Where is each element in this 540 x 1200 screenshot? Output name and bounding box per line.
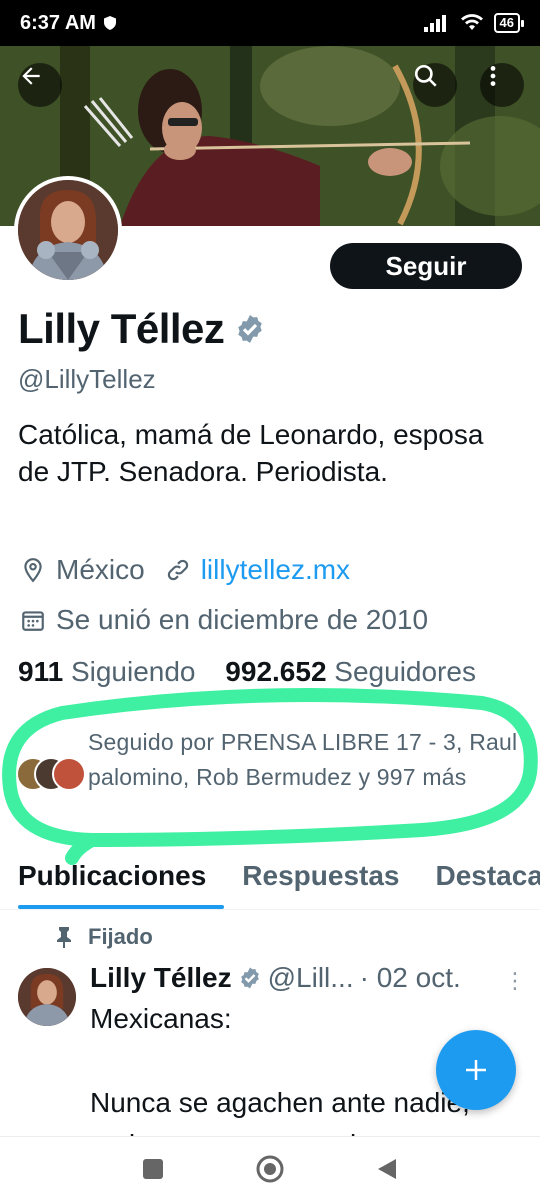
profile-handle: @LillyTellez xyxy=(18,364,156,394)
tweet-author-handle: @Lill... xyxy=(267,962,354,993)
follow-counts: 911 Siguiendo 992.652 Seguidores xyxy=(18,656,476,688)
profile-joined-row: Se unió en diciembre de 2010 xyxy=(18,604,428,636)
profile-meta-row: México lillytellez.mx xyxy=(18,554,350,586)
compose-button[interactable] xyxy=(436,1030,516,1110)
following-label: Siguiendo xyxy=(70,656,196,687)
shield-icon xyxy=(103,16,116,30)
more-vertical-icon xyxy=(490,66,496,86)
status-time: 6:37 AM xyxy=(20,11,96,34)
tab-destacados[interactable]: Destacados xyxy=(417,852,540,909)
followed-by-section[interactable]: Seguido por PRENSA LIBRE 17 - 3, Raul pa… xyxy=(16,725,526,797)
search-button[interactable] xyxy=(413,63,457,107)
battery-indicator: 46 xyxy=(493,13,525,33)
profile-location: México xyxy=(56,554,145,585)
verified-badge-icon[interactable] xyxy=(234,313,266,345)
profile-avatar[interactable] xyxy=(14,176,122,284)
followed-by-avatars xyxy=(16,757,88,797)
wifi-icon xyxy=(460,14,483,30)
avatar-image xyxy=(18,180,118,280)
follower-avatar xyxy=(52,757,86,791)
following-link[interactable]: 911 Siguiendo xyxy=(18,656,196,687)
profile-joined-date: Se unió en diciembre de 2010 xyxy=(56,604,429,635)
followers-count: 992.652 xyxy=(225,656,327,687)
tweet-header: Lilly Téllez @Lill... · 02 oct. xyxy=(90,962,520,994)
recents-square-icon[interactable] xyxy=(142,1158,164,1180)
pinned-indicator: Fijado xyxy=(54,924,153,950)
pinned-label: Fijado xyxy=(88,924,153,949)
location-pin-icon xyxy=(18,555,48,585)
status-bar: 6:37 AM 46 xyxy=(0,0,540,46)
plus-icon xyxy=(466,1060,486,1080)
profile-name: Lilly Téllez xyxy=(18,305,225,352)
back-arrow-icon xyxy=(22,67,40,85)
tweet-author-avatar[interactable] xyxy=(18,968,76,1026)
followers-link[interactable]: 992.652 Seguidores xyxy=(225,656,476,687)
profile-bio: Católica, mamá de Leonardo, esposa de JT… xyxy=(18,419,484,487)
profile-name-row: Lilly Téllez xyxy=(18,305,266,353)
back-button[interactable] xyxy=(18,63,62,107)
tweet-avatar-image xyxy=(18,968,76,1026)
followed-by-text: Seguido por PRENSA LIBRE 17 - 3, Raul pa… xyxy=(88,729,518,790)
calendar-icon xyxy=(18,605,48,635)
tab-publicaciones[interactable]: Publicaciones xyxy=(0,852,225,909)
link-icon xyxy=(163,555,193,585)
signal-icon xyxy=(423,15,446,32)
tweet-author-name[interactable]: Lilly Téllez xyxy=(90,962,232,994)
following-count: 911 xyxy=(18,656,64,687)
verified-badge-icon xyxy=(240,967,259,989)
back-triangle-icon[interactable] xyxy=(376,1157,398,1181)
followers-label: Seguidores xyxy=(334,656,476,687)
profile-tabs: Publicaciones Respuestas Destacados xyxy=(0,852,540,910)
home-circle-icon[interactable] xyxy=(256,1155,284,1183)
tweet-date: · 02 oct. xyxy=(359,962,461,993)
pin-icon xyxy=(57,927,71,948)
system-nav-bar xyxy=(0,1136,540,1200)
more-options-button[interactable] xyxy=(480,63,524,107)
profile-website-link[interactable]: lillytellez.mx xyxy=(201,554,350,586)
follow-button[interactable]: Seguir xyxy=(330,243,522,289)
search-icon xyxy=(414,64,437,87)
tab-respuestas[interactable]: Respuestas xyxy=(224,852,417,909)
tweet-more-icon[interactable]: ⋮ xyxy=(504,968,526,994)
status-icons: 46 xyxy=(423,13,525,33)
